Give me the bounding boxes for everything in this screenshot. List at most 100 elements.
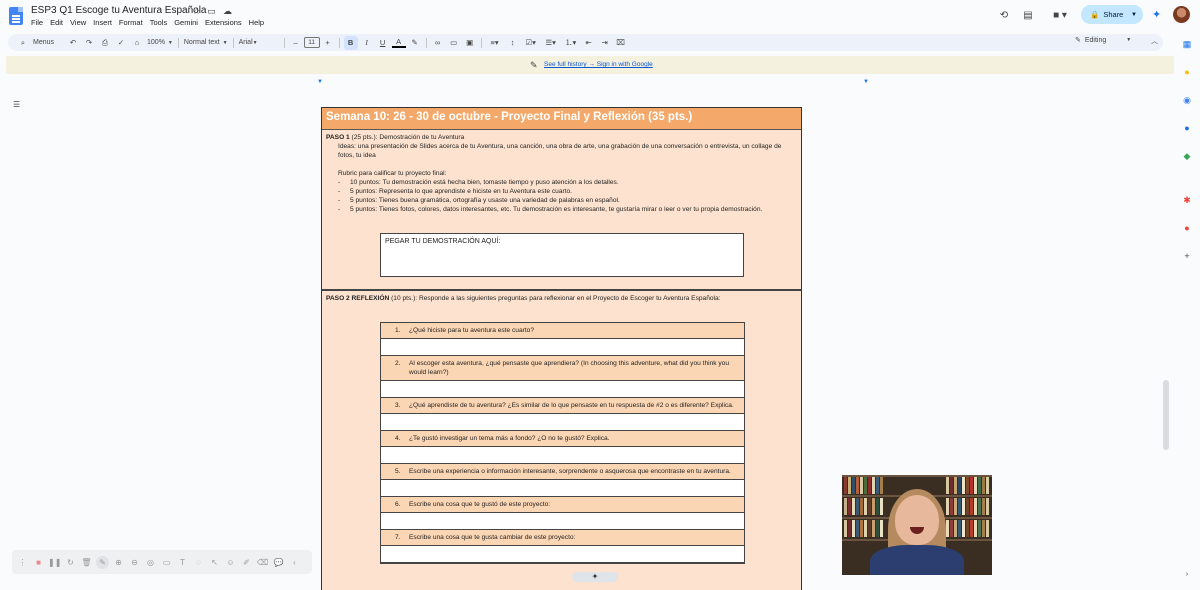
- editing-mode-select[interactable]: ✎ Editing ▼: [1075, 36, 1131, 45]
- chevron-up-icon[interactable]: ︿: [1151, 36, 1158, 46]
- delete-icon[interactable]: 🗑: [80, 556, 93, 569]
- bulleted-list-icon[interactable]: ☰▾: [542, 36, 560, 50]
- add-row-button[interactable]: ✦: [572, 572, 618, 582]
- plus-icon[interactable]: +: [1181, 250, 1193, 262]
- decrease-font-icon[interactable]: –: [289, 36, 303, 50]
- paso1-cell[interactable]: PASO 1 (25 pts.): Demostración de tu Ave…: [322, 130, 801, 291]
- style-select[interactable]: Normal text ▼: [182, 39, 230, 46]
- avatar[interactable]: [1173, 6, 1190, 23]
- font-size-input[interactable]: 11: [303, 37, 320, 48]
- comments-icon[interactable]: ▤: [1021, 9, 1035, 23]
- answer-cell[interactable]: [381, 447, 744, 464]
- side-panel: ▦ ● ◉ ● ◆ ✱ ● + ›: [1174, 32, 1200, 590]
- zoom-in-icon[interactable]: ⊕: [112, 556, 125, 569]
- zoom-select[interactable]: 100% ▼: [145, 39, 175, 46]
- share-button[interactable]: 🔒 Share ▼: [1081, 5, 1143, 24]
- search-icon[interactable]: ⌕: [16, 36, 30, 50]
- answer-cell[interactable]: [381, 513, 744, 530]
- meet-icon[interactable]: ■ ▾: [1048, 9, 1072, 23]
- italic-icon[interactable]: I: [360, 36, 374, 50]
- paste-demo-box[interactable]: PEGAR TU DEMOSTRACIÓN AQUÍ:: [380, 233, 744, 277]
- mic-addon-icon[interactable]: ●: [1181, 222, 1193, 234]
- increase-indent-icon[interactable]: ⇥: [598, 36, 612, 50]
- bold-icon[interactable]: B: [343, 35, 358, 50]
- align-icon[interactable]: ≡▾: [486, 36, 504, 50]
- answer-cell[interactable]: [381, 339, 744, 356]
- cursor-icon[interactable]: ↖: [208, 556, 221, 569]
- star-icon[interactable]: ☆: [191, 6, 202, 17]
- comment-icon[interactable]: ▭: [447, 36, 461, 50]
- undo-icon[interactable]: ↶: [66, 36, 80, 50]
- menu-extensions[interactable]: Extensions: [205, 18, 242, 27]
- print-icon[interactable]: ⎙: [98, 36, 112, 50]
- image-icon[interactable]: ▣: [463, 36, 477, 50]
- text-icon[interactable]: T: [176, 556, 189, 569]
- ruler-margin-marker[interactable]: ▼: [863, 79, 869, 85]
- vertical-scrollbar[interactable]: [1163, 380, 1169, 450]
- keep-icon[interactable]: ●: [1181, 66, 1193, 78]
- clear-formatting-icon[interactable]: ⌧: [614, 36, 628, 50]
- menu-format[interactable]: Format: [119, 18, 143, 27]
- gemini-sparkle-icon[interactable]: ✦: [1152, 8, 1161, 21]
- answer-cell[interactable]: [381, 381, 744, 398]
- outline-icon[interactable]: ☰: [13, 100, 20, 109]
- blur-icon[interactable]: ◌: [192, 556, 205, 569]
- menu-tools[interactable]: Tools: [150, 18, 168, 27]
- record-icon[interactable]: ■: [32, 556, 45, 569]
- question-row: 7. Escribe una cosa que te gusta cambiar …: [381, 530, 744, 546]
- addon-asterisk-icon[interactable]: ✱: [1181, 194, 1193, 206]
- history-link[interactable]: See full history → Sign in with Google: [544, 61, 653, 68]
- menu-help[interactable]: Help: [249, 18, 264, 27]
- zoom-out-icon[interactable]: ⊖: [128, 556, 141, 569]
- tasks-icon[interactable]: ◉: [1181, 94, 1193, 106]
- restart-icon[interactable]: ↻: [64, 556, 77, 569]
- pen-icon[interactable]: ✎: [96, 555, 109, 569]
- pause-icon[interactable]: ❚❚: [48, 556, 61, 569]
- question-row: 2. Al escoger esta aventura, ¿qué pensast…: [381, 356, 744, 381]
- chat-bubble-icon[interactable]: 💬: [272, 556, 285, 569]
- answer-cell[interactable]: [381, 414, 744, 431]
- chevron-right-icon[interactable]: ›: [1181, 569, 1193, 581]
- increase-font-icon[interactable]: +: [321, 36, 335, 50]
- decrease-indent-icon[interactable]: ⇤: [582, 36, 596, 50]
- move-folder-icon[interactable]: ▭: [206, 6, 217, 17]
- font-select[interactable]: Arial▼: [237, 39, 281, 46]
- history-icon[interactable]: ⟲: [997, 9, 1011, 23]
- paint-format-icon[interactable]: ⌂: [130, 36, 144, 50]
- highlight-icon[interactable]: ✎: [408, 36, 422, 50]
- ruler-indent-marker[interactable]: ▼: [317, 79, 323, 85]
- numbered-list-icon[interactable]: ⒈▾: [562, 36, 580, 50]
- menu-file[interactable]: File: [31, 18, 43, 27]
- menu-edit[interactable]: Edit: [50, 18, 63, 27]
- underline-icon[interactable]: U: [376, 36, 390, 50]
- paso2-cell[interactable]: PASO 2 REFLEXIÓN (10 pts.): Responde a l…: [322, 291, 801, 564]
- drag-handle-icon[interactable]: ⋮: [16, 556, 29, 569]
- question-text: Al escoger esta aventura, ¿qué pensaste …: [409, 360, 729, 376]
- spotlight-icon[interactable]: ◎: [144, 556, 157, 569]
- webcam-video[interactable]: [842, 475, 992, 575]
- menu-insert[interactable]: Insert: [93, 18, 112, 27]
- menus-search[interactable]: Menus: [31, 39, 56, 46]
- menu-view[interactable]: View: [70, 18, 86, 27]
- calendar-icon[interactable]: ▦: [1181, 38, 1193, 50]
- document-title[interactable]: ESP3 Q1 Escoge tu Aventura Española: [31, 5, 207, 16]
- contacts-icon[interactable]: ●: [1181, 122, 1193, 134]
- text-color-icon[interactable]: A: [391, 37, 406, 48]
- line-spacing-icon[interactable]: ↕: [506, 36, 520, 50]
- docs-logo-icon[interactable]: [9, 7, 23, 25]
- answer-cell[interactable]: [381, 480, 744, 497]
- maps-icon[interactable]: ◆: [1181, 150, 1193, 162]
- link-icon[interactable]: ∞: [431, 36, 445, 50]
- highlighter-icon[interactable]: ✐: [240, 556, 253, 569]
- answer-cell[interactable]: [381, 546, 744, 563]
- spellcheck-icon[interactable]: ✓: [114, 36, 128, 50]
- checklist-icon[interactable]: ☑▾: [522, 36, 540, 50]
- eraser-icon[interactable]: ⌫: [256, 556, 269, 569]
- rectangle-icon[interactable]: ▭: [160, 556, 173, 569]
- cloud-status-icon[interactable]: ☁: [222, 6, 233, 17]
- collapse-icon[interactable]: ‹: [288, 556, 301, 569]
- chevron-down-icon[interactable]: ▼: [1131, 12, 1137, 18]
- menu-gemini[interactable]: Gemini: [174, 18, 198, 27]
- redo-icon[interactable]: ↷: [82, 36, 96, 50]
- emoji-icon[interactable]: ☺: [224, 556, 237, 569]
